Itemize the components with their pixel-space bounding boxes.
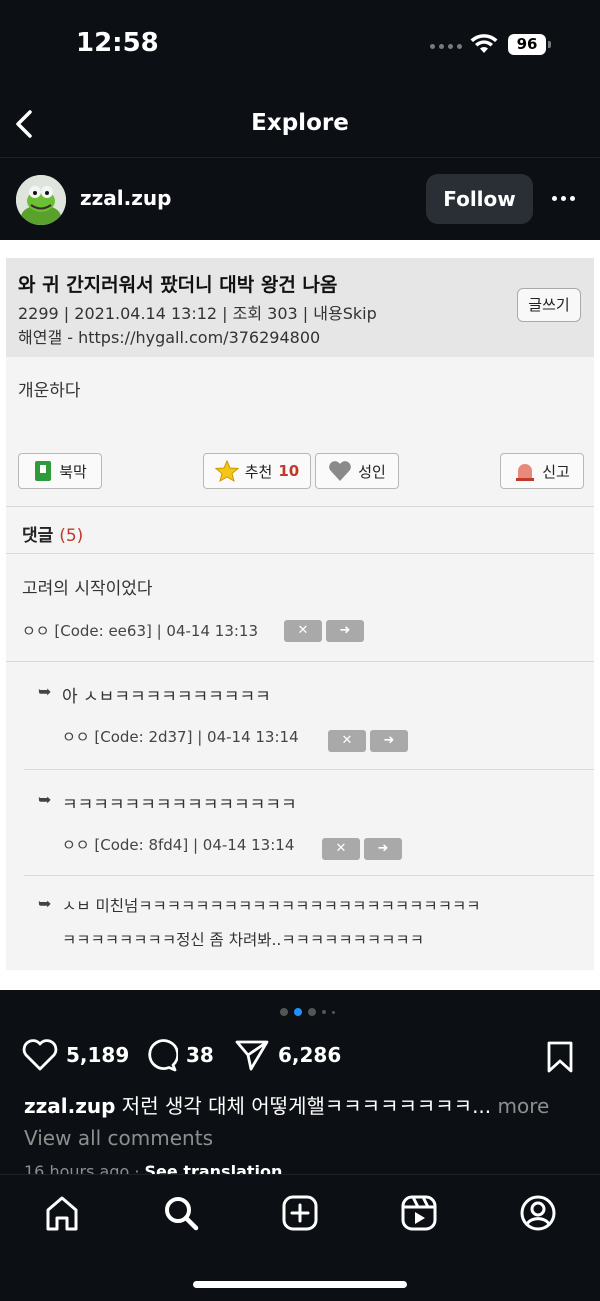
adult-label: 성인	[358, 462, 386, 481]
bookmark-icon[interactable]	[546, 1040, 574, 1074]
star-icon	[214, 460, 239, 482]
reply-item: ➥ ㅅㅂ 미친넘ㅋㅋㅋㅋㅋㅋㅋㅋㅋㅋㅋㅋㅋㅋㅋㅋㅋㅋㅋㅋㅋㅋㅋㅋ ㅋㅋㅋㅋㅋㅋㅋ…	[24, 876, 594, 970]
write-button: 글쓰기	[517, 288, 581, 322]
comment-action[interactable]: 38	[144, 1038, 214, 1072]
post-actions: 5,189 38 6,286	[0, 1034, 600, 1078]
like-action[interactable]: 5,189	[22, 1038, 129, 1072]
reply-text: ㅅㅂ 미친넘ㅋㅋㅋㅋㅋㅋㅋㅋㅋㅋㅋㅋㅋㅋㅋㅋㅋㅋㅋㅋㅋㅋㅋㅋ	[62, 897, 481, 915]
avatar[interactable]	[16, 175, 66, 225]
comment-action-buttons: ✕ ➜	[284, 620, 364, 642]
comments-count: (5)	[59, 526, 84, 546]
board-screenshot: 와 귀 간지러워서 팠더니 대박 왕건 나옴 2299 | 2021.04.14…	[6, 258, 594, 970]
plus-square-icon[interactable]	[280, 1193, 320, 1233]
follow-button[interactable]: Follow	[426, 174, 533, 224]
reels-icon[interactable]	[399, 1193, 439, 1233]
carousel-indicator	[280, 1008, 335, 1016]
board-title: 와 귀 간지러워서 팠더니 대박 왕건 나옴	[18, 274, 338, 296]
board-meta: 2299 | 2021.04.14 13:12 | 조회 303 | 내용Ski…	[18, 304, 377, 323]
comments-header: 댓글 (5)	[6, 506, 594, 554]
reply-action-buttons: ✕ ➜	[328, 730, 408, 752]
reply-text-continued: ㅋㅋㅋㅋㅋㅋㅋㅋ정신 좀 차려봐..ㅋㅋㅋㅋㅋㅋㅋㅋㅋㅋ	[62, 931, 424, 949]
comment-text: 고려의 시작이었다	[22, 579, 153, 599]
recommend-button: 추천 10	[203, 453, 311, 489]
post-image[interactable]: 와 귀 간지러워서 팠더니 대박 왕건 나옴 2299 | 2021.04.14…	[0, 240, 600, 990]
send-icon[interactable]	[234, 1038, 270, 1072]
share-count: 6,286	[278, 1043, 342, 1067]
adult-button: 성인	[315, 453, 399, 489]
reply-item: ➥ ㅋㅋㅋㅋㅋㅋㅋㅋㅋㅋㅋㅋㅋㅋㅋ ㅇㅇ [Code: 8fd4] | 04-1…	[24, 770, 594, 876]
carousel-dot	[322, 1010, 326, 1014]
reply-arrow-icon: ➥	[38, 894, 52, 913]
comments-label: 댓글	[22, 526, 54, 546]
kermit-avatar-icon	[16, 175, 66, 225]
board-header: 와 귀 간지러워서 팠더니 대박 왕건 나옴 2299 | 2021.04.14…	[6, 258, 594, 357]
report-label: 신고	[542, 462, 570, 481]
more-options-icon[interactable]	[552, 196, 575, 201]
heart-icon[interactable]	[22, 1038, 58, 1072]
search-icon[interactable]	[161, 1193, 201, 1233]
home-icon[interactable]	[42, 1193, 82, 1233]
recommend-count: 10	[278, 462, 300, 480]
page-title: Explore	[251, 110, 349, 136]
status-bar: 12:58 96	[0, 0, 600, 88]
recommend-label: 추천	[244, 462, 273, 481]
green-book-icon	[35, 461, 52, 481]
reply-arrow-icon: ➥	[38, 790, 52, 809]
share-action[interactable]: 6,286	[234, 1038, 341, 1072]
siren-icon	[516, 464, 535, 481]
reply-text: ㅋㅋㅋㅋㅋㅋㅋㅋㅋㅋㅋㅋㅋㅋㅋ	[62, 795, 297, 815]
post-timestamp: 16 hours ago	[24, 1162, 130, 1174]
status-time: 12:58	[76, 28, 159, 58]
top-nav: Explore	[0, 88, 600, 158]
post-username[interactable]: zzal.zup	[80, 186, 171, 210]
profile-icon[interactable]	[518, 1193, 558, 1233]
comment-icon[interactable]	[144, 1038, 178, 1072]
carousel-dot	[332, 1010, 335, 1014]
reply-meta: ㅇㅇ [Code: 8fd4] | 04-14 13:14	[62, 836, 295, 854]
see-translation-link[interactable]: See translation	[145, 1162, 283, 1174]
view-all-comments-link[interactable]: View all comments	[24, 1126, 213, 1150]
bottom-tab-bar	[0, 1174, 600, 1301]
caption-more-link[interactable]: more	[498, 1094, 550, 1118]
battery-icon: 96	[508, 34, 551, 55]
board-body: 개운하다	[18, 381, 81, 401]
reply-item: ➥ 아 ㅅㅂㅋㅋㅋㅋㅋㅋㅋㅋㅋㅋ ㅇㅇ [Code: 2d37] | 04-14…	[24, 662, 594, 770]
post-timestamp-row: 16 hours ago · See translation	[24, 1160, 282, 1174]
board-button-row: 북막 추천 10 성인 신고	[6, 453, 594, 493]
wifi-icon	[470, 34, 498, 53]
post-header: zzal.zup Follow	[0, 158, 600, 240]
home-indicator	[193, 1281, 407, 1288]
reply-meta: ㅇㅇ [Code: 2d37] | 04-14 13:14	[62, 728, 299, 746]
post-caption: zzal.zup 저런 생각 대체 어떻게핼ㅋㅋㅋㅋㅋㅋㅋㅋ... more	[24, 1090, 584, 1119]
like-count: 5,189	[66, 1043, 130, 1067]
bookmark-label: 북막	[59, 462, 87, 481]
heart-gray-icon	[329, 461, 352, 481]
comment-meta: ㅇㅇ [Code: ee63] | 04-14 13:13	[22, 622, 259, 640]
reply-arrow-icon: ➥	[38, 682, 52, 701]
reply-text: 아 ㅅㅂㅋㅋㅋㅋㅋㅋㅋㅋㅋㅋ	[62, 687, 271, 707]
comment-count: 38	[186, 1043, 214, 1067]
board-source: 해연갤 - https://hygall.com/376294800	[18, 328, 321, 347]
carousel-dot-active	[294, 1008, 302, 1016]
caption-text: 저런 생각 대체 어떻게핼ㅋㅋㅋㅋㅋㅋㅋㅋ...	[121, 1094, 492, 1118]
bookmark-button: 북막	[18, 453, 102, 489]
cellular-signal-icon	[430, 44, 462, 49]
caption-username[interactable]: zzal.zup	[24, 1094, 115, 1118]
reply-action-buttons: ✕ ➜	[322, 838, 402, 860]
comment-item: 고려의 시작이었다 ㅇㅇ [Code: ee63] | 04-14 13:13 …	[6, 554, 594, 662]
carousel-dot	[308, 1008, 316, 1016]
carousel-dot	[280, 1008, 288, 1016]
report-button: 신고	[500, 453, 584, 489]
